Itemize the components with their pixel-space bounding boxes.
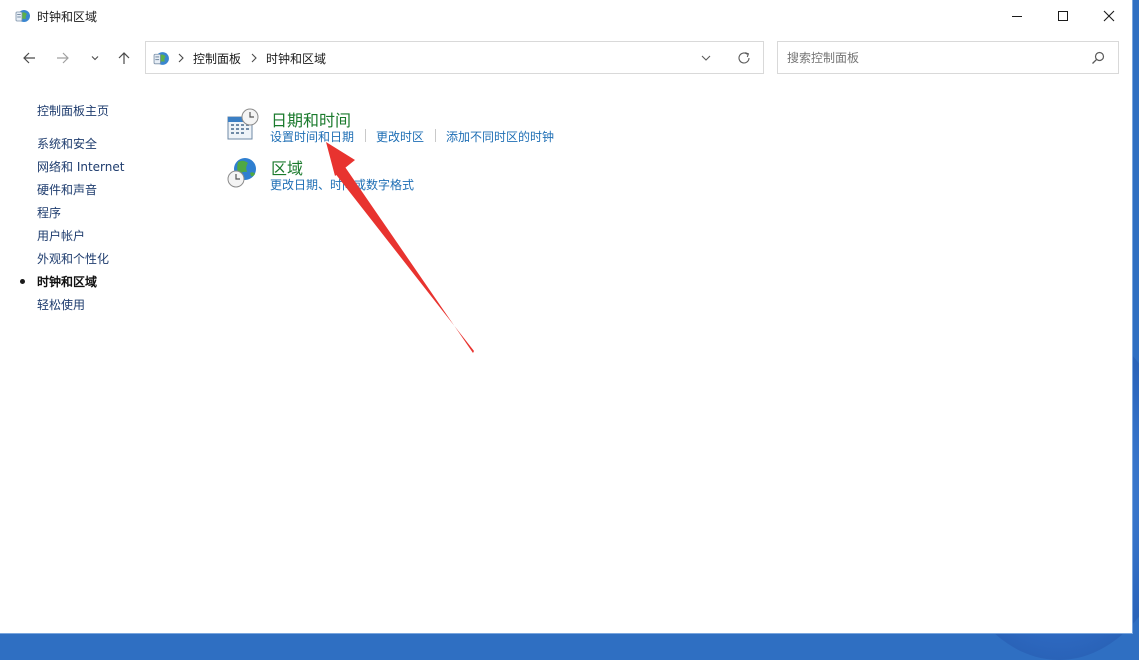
breadcrumb-control-panel[interactable]: 控制面板	[193, 50, 241, 67]
link-set-time-date[interactable]: 设置时间和日期	[270, 128, 354, 145]
arrow-right-icon	[57, 52, 69, 64]
sidebar-item-appearance[interactable]: 外观和个性化	[37, 250, 109, 267]
sidebar-item-user-accounts[interactable]: 用户帐户	[37, 227, 85, 244]
active-bullet-icon	[20, 279, 25, 284]
calendar-clock-icon[interactable]	[226, 108, 260, 142]
control-panel-app-icon	[15, 10, 30, 22]
control-panel-icon	[153, 52, 169, 65]
search-box[interactable]	[777, 41, 1119, 74]
sidebar-item-hardware-sound[interactable]: 硬件和声音	[37, 181, 97, 198]
up-button[interactable]	[111, 45, 137, 71]
sidebar-item-network[interactable]: 网络和 Internet	[37, 158, 124, 175]
recent-locations-button[interactable]	[82, 45, 108, 71]
search-input[interactable]	[787, 51, 1077, 65]
link-separator	[365, 129, 366, 142]
address-bar[interactable]: 控制面板 时钟和区域	[145, 41, 764, 74]
window-title: 时钟和区域	[37, 10, 98, 24]
sidebar-item-system-security[interactable]: 系统和安全	[37, 135, 97, 152]
arrow-left-icon	[23, 52, 35, 64]
maximize-button[interactable]	[1040, 0, 1086, 32]
breadcrumb-clock-region[interactable]: 时钟和区域	[266, 50, 326, 67]
sidebar-item-ease-of-access[interactable]: 轻松使用	[37, 296, 85, 313]
arrow-up-icon	[118, 52, 130, 64]
sidebar-item-programs[interactable]: 程序	[37, 204, 61, 221]
search-icon[interactable]	[1090, 50, 1106, 66]
forward-button[interactable]	[50, 45, 76, 71]
sidebar-item-clock-region[interactable]: 时钟和区域	[37, 273, 97, 290]
close-icon	[1103, 10, 1115, 22]
maximize-icon	[1058, 11, 1068, 21]
link-add-clocks[interactable]: 添加不同时区的时钟	[446, 128, 554, 145]
refresh-icon[interactable]	[736, 50, 752, 66]
red-arrow-head	[326, 142, 355, 176]
address-history-dropdown-icon[interactable]	[698, 50, 714, 66]
close-button[interactable]	[1086, 0, 1132, 32]
link-change-timezone[interactable]: 更改时区	[376, 128, 424, 145]
back-button[interactable]	[16, 45, 42, 71]
control-panel-window: 时钟和区域 控制面板 时钟和区域 搜索控制面板 控制面板主页 系统和安全 网络和…	[0, 0, 1133, 634]
minimize-icon	[1012, 16, 1022, 17]
chevron-right-icon[interactable]	[249, 51, 259, 65]
chevron-down-icon	[91, 56, 99, 61]
link-separator	[435, 129, 436, 142]
title-bar[interactable]: 时钟和区域	[0, 0, 1132, 32]
globe-clock-icon[interactable]	[226, 155, 260, 189]
link-change-formats[interactable]: 更改日期、时间或数字格式	[270, 176, 414, 193]
sidebar-item-home[interactable]: 控制面板主页	[37, 102, 109, 119]
chevron-right-icon[interactable]	[176, 51, 186, 65]
minimize-button[interactable]	[994, 0, 1040, 32]
red-arrow-annotation	[326, 142, 474, 353]
